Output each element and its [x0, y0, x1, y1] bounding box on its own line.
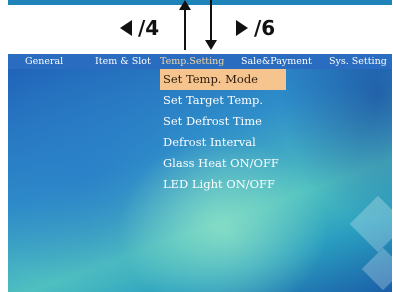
instruction-header: /4 /6: [0, 0, 393, 54]
right-triangle-icon: [236, 20, 248, 36]
background-sparkle: [361, 247, 392, 291]
menu-item-led-light[interactable]: LED Light ON/OFF: [160, 174, 286, 195]
tab-sys-setting[interactable]: Sys. Setting: [329, 54, 387, 69]
down-arrow-icon: [205, 0, 217, 50]
screen-top-edge: [8, 0, 392, 5]
menu-item-set-defrost-time[interactable]: Set Defrost Time: [160, 111, 286, 132]
left-triangle-icon: [120, 20, 132, 36]
right-key-label: /6: [254, 16, 276, 40]
tab-sale-payment[interactable]: Sale&Payment: [241, 54, 312, 69]
up-arrow-icon: [179, 0, 191, 50]
temp-settings-menu: Set Temp. Mode Set Target Temp. Set Defr…: [160, 69, 286, 195]
device-screen: General Item & Slot Temp.Setting Sale&Pa…: [8, 54, 392, 292]
left-key-hint: /4: [120, 14, 159, 42]
right-key-hint: /6: [236, 14, 275, 42]
tab-item-slot[interactable]: Item & Slot: [95, 54, 151, 69]
tab-bar: General Item & Slot Temp.Setting Sale&Pa…: [8, 54, 392, 69]
background-sparkle: [349, 195, 392, 253]
menu-item-glass-heat[interactable]: Glass Heat ON/OFF: [160, 153, 286, 174]
tab-general[interactable]: General: [25, 54, 63, 69]
menu-item-defrost-interval[interactable]: Defrost Interval: [160, 132, 286, 153]
tab-temp-setting[interactable]: Temp.Setting: [160, 54, 224, 69]
left-key-label: /4: [138, 16, 160, 40]
menu-item-set-temp-mode[interactable]: Set Temp. Mode: [160, 69, 286, 90]
menu-item-set-target-temp[interactable]: Set Target Temp.: [160, 90, 286, 111]
